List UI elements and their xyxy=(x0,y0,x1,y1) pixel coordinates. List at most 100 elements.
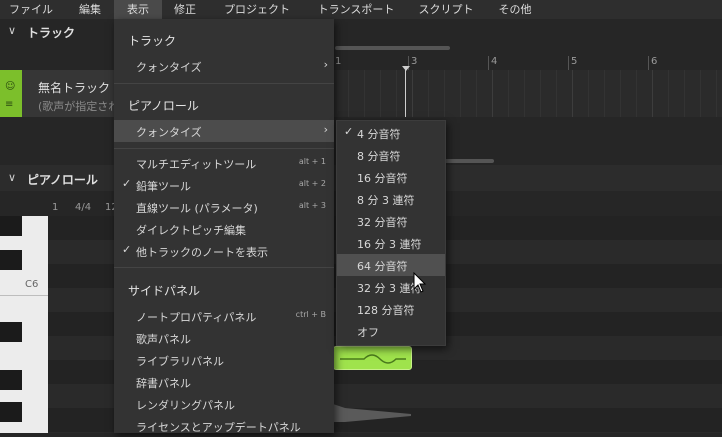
quantize-option-label: 8 分音符 xyxy=(357,150,401,163)
menu-item-direct-pitch-edit[interactable]: ダイレクトピッチ編集 xyxy=(114,218,334,240)
menu-item-multi-edit-tool[interactable]: マルチエディットツール alt + 1 xyxy=(114,152,334,174)
key-divider xyxy=(0,295,48,296)
pitch-curve xyxy=(340,354,406,364)
quantize-option-label: 4 分音符 xyxy=(357,128,401,141)
shortcut-label: alt + 3 xyxy=(298,201,326,210)
black-key[interactable] xyxy=(0,322,22,342)
grid-line xyxy=(476,70,477,117)
menu-item-license-update-panel[interactable]: ライセンスとアップデートパネル xyxy=(114,415,334,437)
menu-item-label: ダイレクトピッチ編集 xyxy=(136,224,246,237)
singer-icon[interactable]: ☺ xyxy=(5,81,15,92)
grid-line xyxy=(444,70,445,117)
quantize-option-off[interactable]: オフ xyxy=(337,320,445,342)
section-header-piano-roll: ピアノロール xyxy=(128,99,199,113)
menu-item-rendering-panel[interactable]: レンダリングパネル xyxy=(114,393,334,415)
quantize-option-label: オフ xyxy=(357,326,379,339)
quantize-option[interactable]: 128 分音符 xyxy=(337,298,445,320)
grid-line xyxy=(524,70,525,117)
shortcut-label: alt + 1 xyxy=(298,157,326,166)
menu-other[interactable]: その他 xyxy=(488,0,542,19)
quantize-option[interactable]: 8 分 3 連符 xyxy=(337,188,445,210)
black-key[interactable] xyxy=(0,216,22,236)
menu-script[interactable]: スクリプト xyxy=(410,0,482,19)
grid-line xyxy=(460,70,461,117)
view-menu-dropdown: トラック クォンタイズ › ピアノロール クォンタイズ › マルチエディットツー… xyxy=(114,19,334,434)
quantize-option[interactable]: ✓ 4 分音符 xyxy=(337,122,445,144)
horizontal-scrollbar[interactable] xyxy=(442,159,494,163)
grid-line xyxy=(540,70,541,117)
track-name[interactable]: 無名トラック xyxy=(38,79,110,96)
quantize-option-label: 128 分音符 xyxy=(357,304,415,317)
hamburger-icon[interactable]: ≡ xyxy=(5,99,13,110)
grid-line xyxy=(508,70,509,117)
menu-item-note-property-panel[interactable]: ノートプロパティパネル ctrl + B xyxy=(114,305,334,327)
quantize-option[interactable]: 16 分 3 連符 xyxy=(337,232,445,254)
quantize-option[interactable]: 32 分音符 xyxy=(337,210,445,232)
quantize-option-label: 8 分 3 連符 xyxy=(357,194,415,207)
menu-project[interactable]: プロジェクト xyxy=(212,0,302,19)
black-key[interactable] xyxy=(0,250,22,270)
time-signature[interactable]: 4/4 xyxy=(75,202,91,213)
grid-line xyxy=(604,70,605,117)
horizontal-scrollbar[interactable] xyxy=(335,46,450,50)
menu-view[interactable]: 表示 xyxy=(114,0,162,19)
quantize-submenu: ✓ 4 分音符 8 分音符 16 分音符 8 分 3 連符 32 分音符 16 … xyxy=(336,120,446,346)
menu-transport[interactable]: トランスポート xyxy=(306,0,406,19)
playhead[interactable] xyxy=(405,70,406,120)
grid-line xyxy=(620,70,621,117)
menu-item-label: 歌声パネル xyxy=(136,333,191,346)
track-panel-header: ∨ トラック xyxy=(0,19,722,44)
ruler-number: 5 xyxy=(571,56,578,67)
note-block[interactable] xyxy=(333,346,412,370)
black-key[interactable] xyxy=(0,370,22,390)
quantize-option[interactable]: 16 分音符 xyxy=(337,166,445,188)
piano-keyboard[interactable] xyxy=(0,216,48,433)
chevron-right-icon: › xyxy=(323,123,328,136)
quantize-option-label: 16 分 3 連符 xyxy=(357,238,422,251)
ruler-number: 6 xyxy=(651,56,658,67)
menu-item-line-tool[interactable]: 直線ツール (パラメータ) alt + 3 xyxy=(114,196,334,218)
menu-item-label: レンダリングパネル xyxy=(136,399,235,412)
shortcut-label: ctrl + B xyxy=(295,310,326,319)
menu-item-library-panel[interactable]: ライブラリパネル xyxy=(114,349,334,371)
quantize-option[interactable]: 8 分音符 xyxy=(337,144,445,166)
quantize-option-label: 32 分 3 連符 xyxy=(357,282,422,295)
parameter-curve[interactable] xyxy=(333,404,413,422)
grid-line xyxy=(428,70,429,117)
grid-line xyxy=(668,70,669,117)
piano-roll-title: ピアノロール xyxy=(27,173,98,187)
menu-item-pencil-tool[interactable]: ✓ 鉛筆ツール alt + 2 xyxy=(114,174,334,196)
menu-item-label: 他トラックのノートを表示 xyxy=(136,246,268,259)
ruler-bar-number: 1 xyxy=(52,202,59,213)
menu-item-track-quantize[interactable]: クォンタイズ › xyxy=(114,55,334,77)
grid-line xyxy=(636,70,637,117)
quantize-option-label: 32 分音符 xyxy=(357,216,408,229)
menu-item-label: 鉛筆ツール xyxy=(136,180,191,193)
chevron-down-icon[interactable]: ∨ xyxy=(8,171,16,184)
track-lane[interactable] xyxy=(332,70,722,117)
menu-edit[interactable]: 編集 xyxy=(66,0,114,19)
shortcut-label: alt + 2 xyxy=(298,179,326,188)
chevron-down-icon[interactable]: ∨ xyxy=(8,24,16,37)
grid-line xyxy=(380,70,381,117)
menu-modify[interactable]: 修正 xyxy=(162,0,208,19)
menu-item-piano-quantize[interactable]: クォンタイズ › xyxy=(114,120,334,142)
track-ruler[interactable]: 1 3 4 5 6 xyxy=(332,56,722,71)
mouse-cursor-icon xyxy=(413,272,427,293)
grid-line xyxy=(588,70,589,117)
grid-line xyxy=(572,70,573,117)
black-key[interactable] xyxy=(0,402,22,422)
checkmark-icon: ✓ xyxy=(344,125,354,138)
menu-file[interactable]: ファイル xyxy=(0,0,62,19)
menu-item-label: 直線ツール (パラメータ) xyxy=(136,202,258,215)
grid-line xyxy=(492,70,493,117)
playhead-marker[interactable] xyxy=(402,66,410,71)
grid-line xyxy=(684,70,685,117)
menu-item-dictionary-panel[interactable]: 辞書パネル xyxy=(114,371,334,393)
menu-item-voice-panel[interactable]: 歌声パネル xyxy=(114,327,334,349)
quantize-option-label: 16 分音符 xyxy=(357,172,408,185)
menu-item-label: クォンタイズ xyxy=(136,61,202,74)
menu-item-show-other-track-notes[interactable]: ✓ 他トラックのノートを表示 xyxy=(114,240,334,262)
menu-item-label: ライブラリパネル xyxy=(136,355,224,368)
menu-item-label: マルチエディットツール xyxy=(136,158,257,171)
